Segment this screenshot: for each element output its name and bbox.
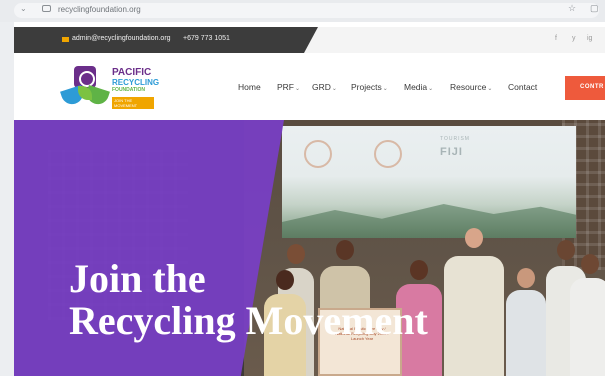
extensions-icon[interactable]: ▢ [590,3,599,14]
bookmark-star-icon[interactable]: ☆ [568,3,576,14]
site-header: PACIFIC RECYCLING FOUNDATION JOIN THE MO… [14,53,605,120]
contact-email[interactable]: admin@recyclingfoundation.org [72,35,171,42]
top-contact-bar: admin@recyclingfoundation.org +679 773 1… [14,27,605,53]
logo-wordmark: PACIFIC RECYCLING FOUNDATION JOIN THE MO… [112,67,160,112]
chevron-down-icon[interactable]: ⌄ [20,4,27,13]
person-head [336,240,354,260]
logo-line-2: RECYCLING [112,78,160,87]
site-logo[interactable]: PACIFIC RECYCLING FOUNDATION JOIN THE MO… [60,66,160,112]
instagram-icon[interactable]: ig [587,35,592,42]
person-body [570,278,605,376]
person [570,254,605,376]
chevron-down-icon: ⌄ [487,86,493,92]
nav-item-projects[interactable]: Projects⌄ [351,82,388,96]
nav-label: Contact [508,82,538,92]
contact-phone[interactable]: +679 773 1051 [183,35,230,42]
hero-title: Join the Recycling Movement [69,258,428,342]
person-body [506,290,546,376]
hero-title-line-1: Join the [69,256,206,301]
chevron-down-icon: ⌄ [295,86,301,92]
logo-tagline: JOIN THE MOVEMENT [112,97,154,109]
nav-label: Media [404,82,428,92]
page: admin@recyclingfoundation.org +679 773 1… [14,22,605,376]
nav-label: Resource [450,82,487,92]
chevron-down-icon: ⌄ [331,86,337,92]
chevron-down-icon: ⌄ [428,86,434,92]
nav-item-media[interactable]: Media⌄ [404,82,433,96]
nav-item-home[interactable]: Home [238,82,261,96]
nav-label: GRD [312,82,331,92]
person-body [444,256,504,376]
hero-title-line-2: Recycling Movement [69,298,428,343]
contact-strip: admin@recyclingfoundation.org +679 773 1… [14,27,318,53]
recycle-logo-icon [60,66,112,110]
twitter-icon[interactable]: y [572,35,576,42]
person-head [517,268,535,288]
nav-item-grd[interactable]: GRD⌄ [312,82,337,96]
nav-item-prf[interactable]: PRF⌄ [277,82,300,96]
logo-line-1: PACIFIC [112,67,152,78]
mail-icon [62,37,69,42]
contribute-button[interactable]: CONTR [565,76,605,100]
nav-label: PRF [277,82,294,92]
nav-item-contact[interactable]: Contact [508,82,537,96]
person [444,228,504,376]
logo-bin-shape [74,66,96,88]
nav-label: Home [238,82,261,92]
hero-banner: TOURISM FIJI National Plastic Free Day /… [14,120,605,376]
logo-line-3: FOUNDATION [112,87,145,93]
browser-chrome: ⌄ recyclingfoundation.org ☆ ▢ [0,0,605,22]
chevron-down-icon: ⌄ [382,86,388,92]
facebook-icon[interactable]: f [555,35,557,42]
person-head [581,254,599,274]
nav-label: Projects [351,82,382,92]
person-head [465,228,483,248]
nav-item-resource[interactable]: Resource⌄ [450,82,492,96]
address-url[interactable]: recyclingfoundation.org [58,5,141,14]
lock-icon [42,5,51,12]
person [506,268,546,376]
